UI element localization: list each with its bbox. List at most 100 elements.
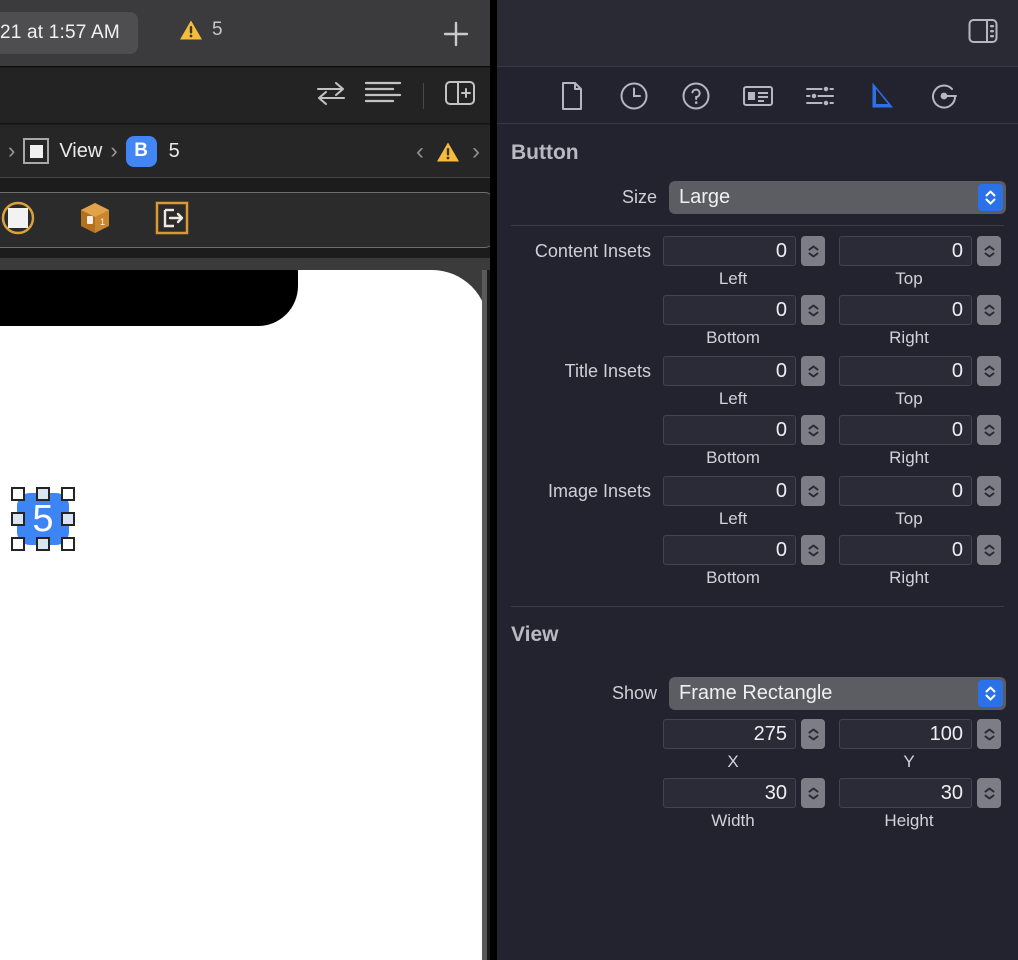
build-date-chip[interactable]: 21 at 1:57 AM [0, 12, 138, 54]
document-items-icon[interactable] [363, 79, 403, 112]
frame-height-input[interactable]: 30 [839, 778, 972, 808]
show-row: Show Frame Rectangle [497, 673, 1018, 713]
content-inset-bottom-input[interactable]: 0 [663, 295, 796, 325]
title-inset-right-stepper[interactable] [977, 415, 1001, 445]
title-inset-bottom-stepper[interactable] [801, 415, 825, 445]
frame-width-stepper[interactable] [801, 778, 825, 808]
content-insets-label: Content Insets [534, 241, 651, 261]
frame-x-input[interactable]: 275 [663, 719, 796, 749]
file-inspector-icon[interactable] [551, 77, 593, 115]
size-popup-button[interactable]: Large [669, 180, 1006, 214]
title-inset-right-input[interactable]: 0 [839, 415, 972, 445]
image-inset-bottom-stepper[interactable] [801, 535, 825, 565]
resize-handle-s[interactable] [36, 537, 50, 551]
add-button[interactable] [438, 16, 474, 52]
warning-status-group[interactable]: 5 [179, 19, 223, 41]
title-inset-left-sublabel: Left [718, 389, 748, 408]
identity-inspector-icon[interactable] [737, 77, 779, 115]
resize-handle-e[interactable] [61, 512, 75, 526]
inspector-panel-toggle-icon[interactable] [968, 18, 998, 49]
content-inset-top-stepper[interactable] [977, 236, 1001, 266]
title-inset-right-sublabel: Right [889, 448, 929, 467]
title-inset-left-input[interactable]: 0 [663, 356, 796, 386]
image-inset-right-stepper[interactable] [977, 535, 1001, 565]
image-inset-right-input[interactable]: 0 [839, 535, 972, 565]
view-square-icon [23, 138, 50, 164]
size-popup-chevrons[interactable] [978, 183, 1003, 211]
content-inset-top-input[interactable]: 0 [839, 236, 972, 266]
breadcrumb-view-label: View [59, 139, 103, 162]
history-inspector-icon[interactable] [613, 77, 655, 115]
build-date-text: 21 at 1:57 AM [0, 22, 120, 43]
title-inset-left-cell: 0 Left [663, 356, 839, 409]
show-popup-button[interactable]: Frame Rectangle [669, 676, 1006, 710]
content-inset-left-sublabel: Left [718, 269, 748, 288]
image-inset-left-stepper[interactable] [801, 476, 825, 506]
inspector-content: Button Size Large Content Insets 0 Left … [497, 125, 1018, 960]
resize-handle-se[interactable] [61, 537, 75, 551]
warning-triangle-icon[interactable] [436, 141, 460, 163]
frame-y-input[interactable]: 100 [839, 719, 972, 749]
selected-button-wrapper[interactable]: 5 [9, 485, 77, 553]
scene-dock: 1 [0, 192, 490, 248]
add-editor-icon[interactable] [444, 79, 476, 112]
title-inset-top-stepper[interactable] [977, 356, 1001, 386]
show-popup-chevrons[interactable] [978, 679, 1003, 707]
image-inset-top-sublabel: Top [895, 509, 923, 528]
size-inspector-icon[interactable] [861, 77, 903, 115]
frame-height-sublabel: Height [884, 811, 934, 830]
chevron-left-icon[interactable]: ‹ [416, 138, 424, 166]
title-inset-top-cell: 0 Top [839, 356, 1015, 409]
resize-handle-sw[interactable] [11, 537, 25, 551]
resize-handle-nw[interactable] [11, 487, 25, 501]
content-inset-left-stepper[interactable] [801, 236, 825, 266]
title-inset-bottom-input[interactable]: 0 [663, 415, 796, 445]
section-title-view: View [511, 623, 559, 646]
title-insets-label: Title Insets [564, 361, 651, 381]
frame-height-stepper[interactable] [977, 778, 1001, 808]
frame-x-stepper[interactable] [801, 719, 825, 749]
chevron-right-icon[interactable]: › [472, 138, 480, 166]
breadcrumb-separator-chevron: › [110, 138, 118, 163]
editor-pane: 21 at 1:57 AM 5 › View › B 5 ‹ › 1 5 [0, 0, 490, 960]
title-insets-group: Title Insets 0 Left 0 Top 0 Bottom 0 Rig… [497, 348, 1018, 468]
breadcrumb-item-button[interactable]: B 5 [125, 135, 180, 167]
image-inset-bottom-input[interactable]: 0 [663, 535, 796, 565]
resize-handle-w[interactable] [11, 512, 25, 526]
content-inset-bottom-cell: 0 Bottom [663, 295, 839, 348]
title-inset-left-stepper[interactable] [801, 356, 825, 386]
window-titlebar: 21 at 1:57 AM 5 [0, 0, 490, 67]
exit-icon[interactable] [155, 201, 189, 240]
size-row: Size Large [497, 177, 1018, 217]
content-inset-bottom-stepper[interactable] [801, 295, 825, 325]
breadcrumb-button-label: 5 [168, 139, 180, 162]
design-canvas[interactable]: 5 [0, 258, 490, 960]
frame-y-stepper[interactable] [977, 719, 1001, 749]
image-inset-top-stepper[interactable] [977, 476, 1001, 506]
image-inset-left-input[interactable]: 0 [663, 476, 796, 506]
frame-width-input[interactable]: 30 [663, 778, 796, 808]
breadcrumb-item-view[interactable]: View [23, 138, 102, 164]
swap-assistant-icon[interactable] [315, 80, 347, 111]
first-responder-icon[interactable]: 1 [77, 200, 113, 241]
frame-width-cell: 30 Width [663, 778, 839, 831]
title-inset-top-input[interactable]: 0 [839, 356, 972, 386]
image-inset-top-input[interactable]: 0 [839, 476, 972, 506]
image-inset-left-sublabel: Left [718, 509, 748, 528]
content-inset-bottom-sublabel: Bottom [706, 328, 760, 347]
warning-count: 5 [212, 19, 223, 40]
quick-help-inspector-icon[interactable] [675, 77, 717, 115]
title-inset-right-cell: 0 Right [839, 415, 1015, 468]
view-controller-icon[interactable] [1, 201, 35, 240]
device-screen: 5 [0, 270, 488, 960]
resize-handle-n[interactable] [36, 487, 50, 501]
frame-width-sublabel: Width [711, 811, 755, 830]
content-inset-right-input[interactable]: 0 [839, 295, 972, 325]
pane-divider[interactable] [490, 0, 497, 960]
frame-y-sublabel: Y [903, 752, 915, 771]
resize-handle-ne[interactable] [61, 487, 75, 501]
content-inset-left-input[interactable]: 0 [663, 236, 796, 266]
content-inset-right-stepper[interactable] [977, 295, 1001, 325]
attributes-inspector-icon[interactable] [799, 77, 841, 115]
connections-inspector-icon[interactable] [923, 77, 965, 115]
